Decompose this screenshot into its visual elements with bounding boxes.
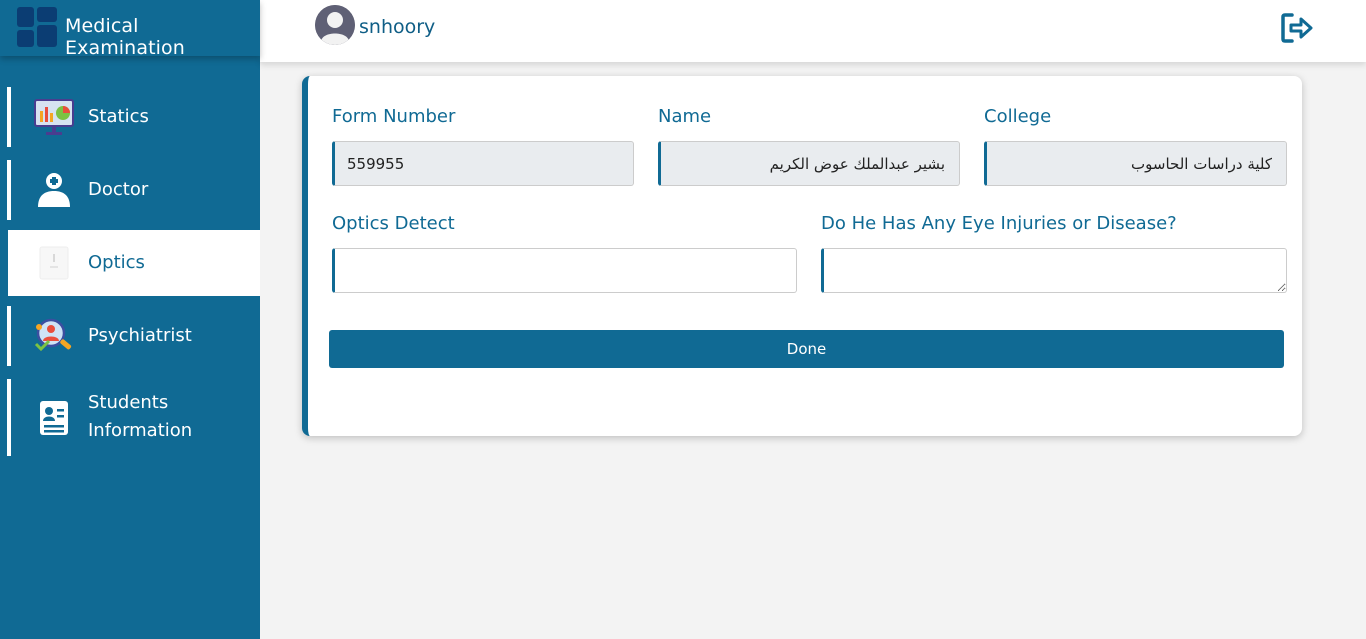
sidebar-item-students-information[interactable]: Students Information	[7, 379, 260, 456]
form-number-label: Form Number	[332, 106, 456, 127]
sidebar-item-label: Statics	[88, 106, 149, 127]
sidebar-item-psychiatrist[interactable]: Psychiatrist	[7, 306, 260, 366]
sidebar-item-label: Students	[88, 392, 169, 413]
college-field[interactable]	[984, 141, 1287, 186]
optics-form-card: Form Number Name College Optics Detect D…	[302, 76, 1302, 436]
app-title: Medical Examination	[65, 15, 185, 59]
sidebar-item-label: Psychiatrist	[88, 325, 192, 346]
sidebar-item-statics[interactable]: Statics	[7, 87, 260, 147]
optics-detect-label: Optics Detect	[332, 213, 455, 234]
sidebar-item-label-line2: Information	[88, 420, 193, 441]
eye-injuries-textarea[interactable]	[821, 248, 1287, 293]
doctor-icon	[33, 169, 75, 211]
student-id-card-icon	[33, 397, 75, 439]
eye-injuries-label: Do He Has Any Eye Injuries or Disease?	[821, 213, 1177, 234]
sidebar-item-optics[interactable]: Optics	[4, 230, 260, 296]
top-bar: snhoory	[260, 0, 1366, 62]
statistics-board-icon	[33, 96, 75, 138]
sidebar-item-label: Doctor	[88, 179, 149, 200]
name-field[interactable]	[658, 141, 960, 186]
college-label: College	[984, 106, 1052, 127]
form-number-field[interactable]	[332, 141, 634, 186]
name-label: Name	[658, 106, 712, 127]
sidebar: Medical Examination Statics Doctor Optic…	[0, 0, 260, 639]
psychiatrist-icon	[33, 315, 75, 357]
done-button[interactable]: Done	[329, 330, 1284, 368]
sidebar-item-label: Optics	[88, 252, 145, 273]
logout-icon[interactable]	[1280, 12, 1314, 44]
username: snhoory	[359, 16, 436, 38]
optics-icon	[33, 242, 75, 284]
optics-detect-input[interactable]	[332, 248, 797, 293]
sidebar-item-doctor[interactable]: Doctor	[7, 160, 260, 220]
brand-header: Medical Examination	[0, 0, 260, 59]
dashboard-grid-icon	[17, 7, 57, 47]
user-avatar-icon[interactable]	[315, 5, 355, 45]
